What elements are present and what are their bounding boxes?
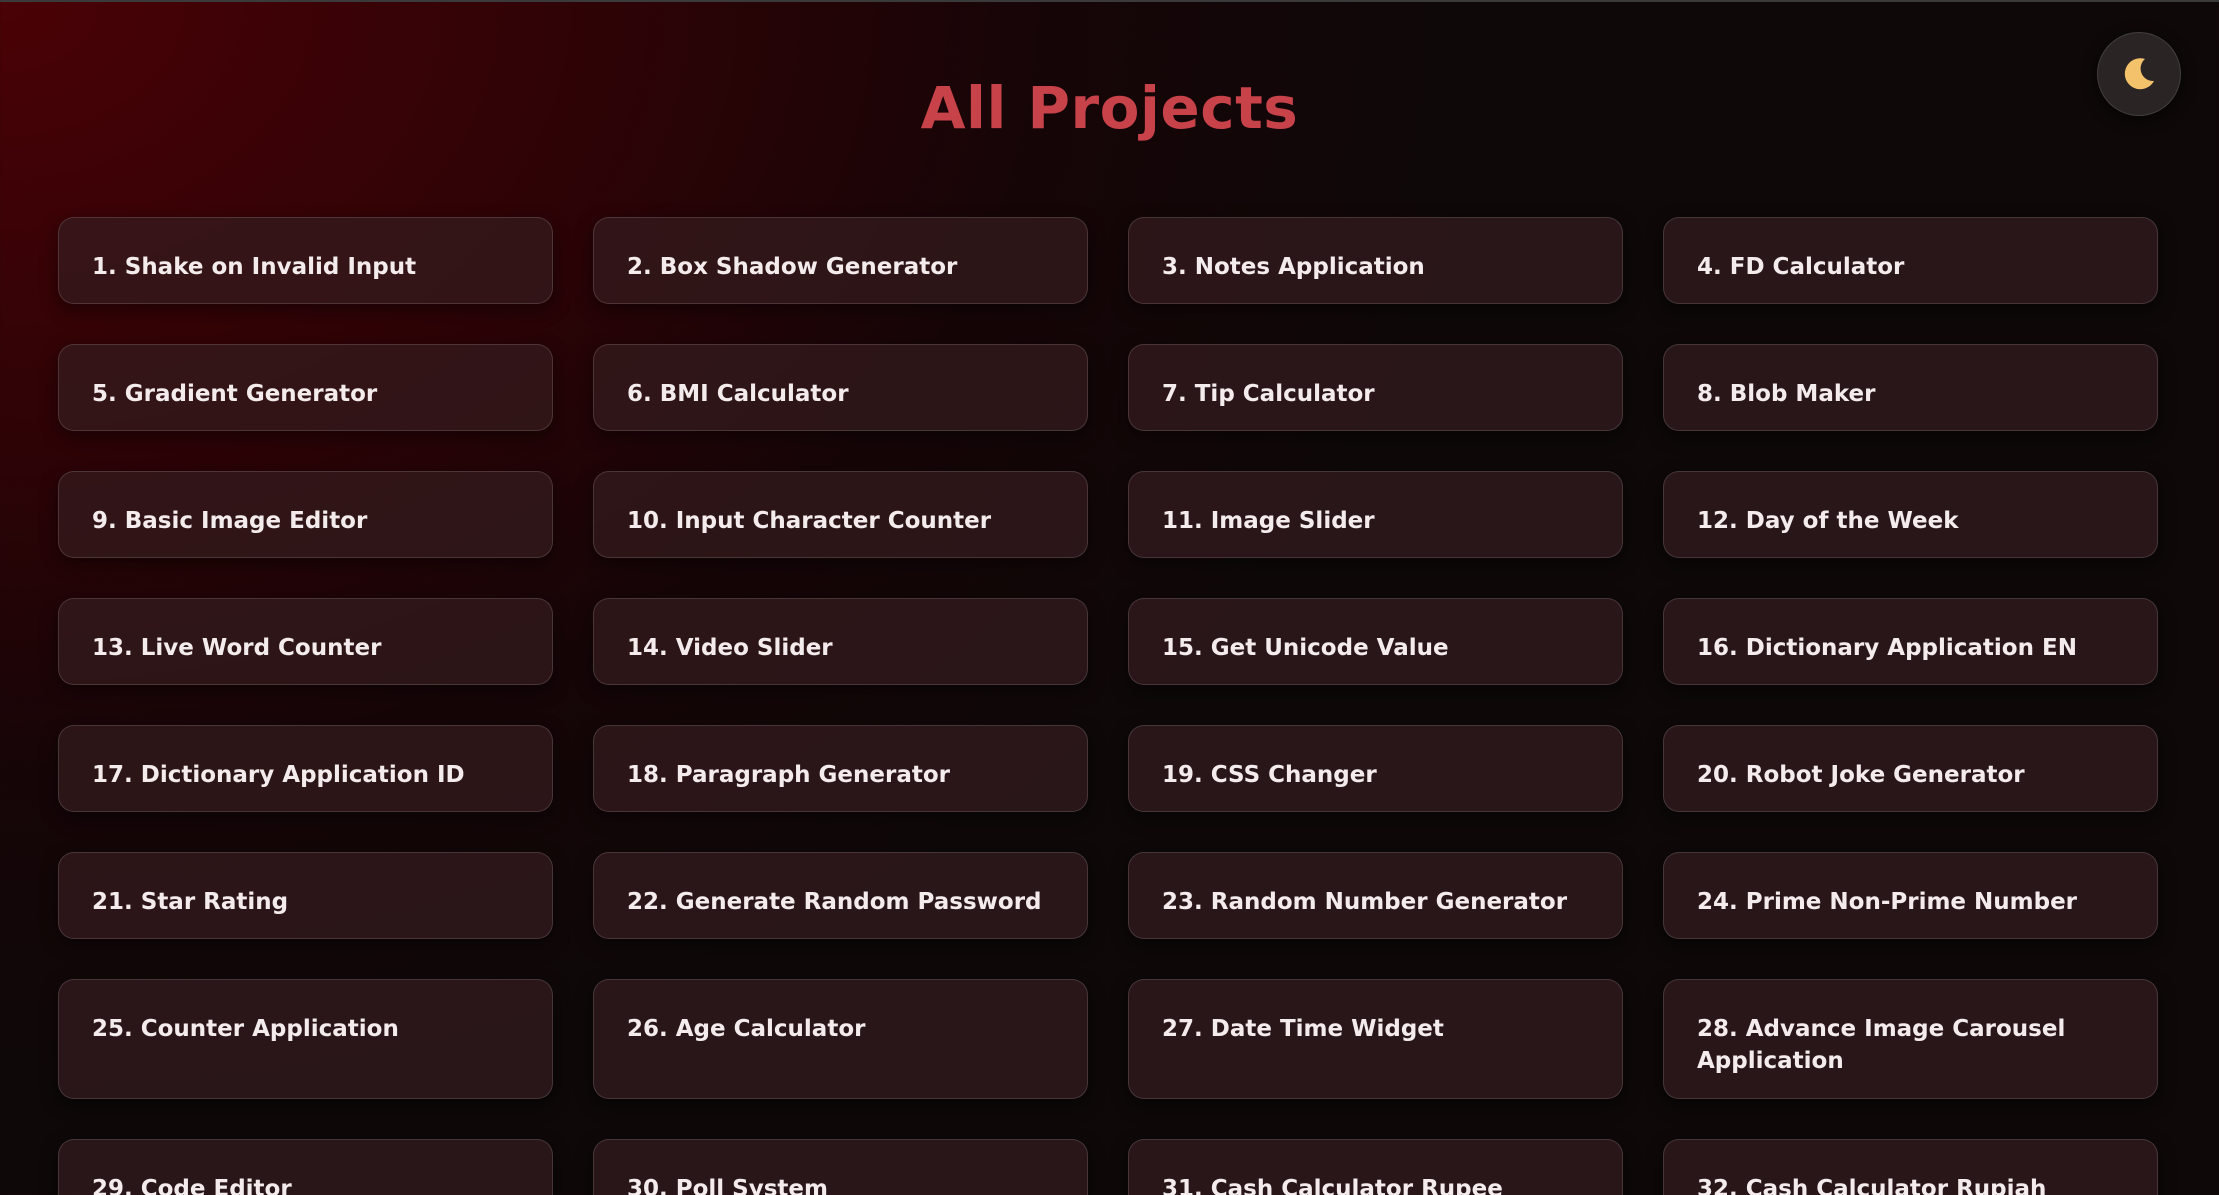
project-card[interactable]: 22. Generate Random Password — [593, 852, 1088, 939]
project-card[interactable]: 16. Dictionary Application EN — [1663, 598, 2158, 685]
page-title: All Projects — [920, 74, 1299, 142]
project-card[interactable]: 3. Notes Application — [1128, 217, 1623, 304]
project-card[interactable]: 32. Cash Calculator Rupiah — [1663, 1139, 2158, 1195]
project-card[interactable]: 28. Advance Image Carousel Application — [1663, 979, 2158, 1099]
project-card[interactable]: 30. Poll System — [593, 1139, 1088, 1195]
project-card[interactable]: 20. Robot Joke Generator — [1663, 725, 2158, 812]
project-card[interactable]: 11. Image Slider — [1128, 471, 1623, 558]
project-card[interactable]: 25. Counter Application — [58, 979, 553, 1099]
project-card[interactable]: 8. Blob Maker — [1663, 344, 2158, 431]
project-card[interactable]: 10. Input Character Counter — [593, 471, 1088, 558]
project-card[interactable]: 1. Shake on Invalid Input — [58, 217, 553, 304]
project-card[interactable]: 31. Cash Calculator Rupee — [1128, 1139, 1623, 1195]
project-card[interactable]: 26. Age Calculator — [593, 979, 1088, 1099]
project-card[interactable]: 27. Date Time Widget — [1128, 979, 1623, 1099]
project-card[interactable]: 2. Box Shadow Generator — [593, 217, 1088, 304]
project-card[interactable]: 23. Random Number Generator — [1128, 852, 1623, 939]
project-card[interactable]: 4. FD Calculator — [1663, 217, 2158, 304]
project-card[interactable]: 7. Tip Calculator — [1128, 344, 1623, 431]
project-card[interactable]: 9. Basic Image Editor — [58, 471, 553, 558]
project-card[interactable]: 5. Gradient Generator — [58, 344, 553, 431]
crescent-moon-icon — [2120, 55, 2158, 93]
project-card[interactable]: 19. CSS Changer — [1128, 725, 1623, 812]
project-card[interactable]: 24. Prime Non-Prime Number — [1663, 852, 2158, 939]
project-card[interactable]: 21. Star Rating — [58, 852, 553, 939]
theme-toggle-button[interactable] — [2097, 32, 2181, 116]
project-card[interactable]: 12. Day of the Week — [1663, 471, 2158, 558]
projects-grid: 1. Shake on Invalid Input 2. Box Shadow … — [58, 217, 2160, 1195]
project-card[interactable]: 14. Video Slider — [593, 598, 1088, 685]
project-card[interactable]: 17. Dictionary Application ID — [58, 725, 553, 812]
project-card[interactable]: 29. Code Editor — [58, 1139, 553, 1195]
project-card[interactable]: 13. Live Word Counter — [58, 598, 553, 685]
project-card[interactable]: 18. Paragraph Generator — [593, 725, 1088, 812]
project-card[interactable]: 6. BMI Calculator — [593, 344, 1088, 431]
project-card[interactable]: 15. Get Unicode Value — [1128, 598, 1623, 685]
window-top-border — [0, 0, 2219, 2]
